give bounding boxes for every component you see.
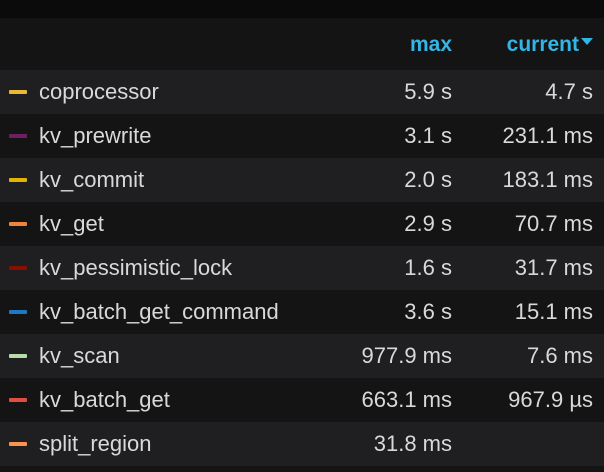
- series-name-label[interactable]: kv_commit: [39, 158, 144, 202]
- series-current-value: 231.1 ms: [502, 123, 594, 148]
- legend-series-row[interactable]: kv_commit 2.0 s 183.1 ms: [0, 158, 604, 202]
- sort-by-current-button[interactable]: current: [507, 33, 593, 56]
- series-color-swatch-icon[interactable]: [9, 266, 27, 270]
- series-color-swatch-icon[interactable]: [9, 222, 27, 226]
- series-color-swatch-icon[interactable]: [9, 178, 27, 182]
- series-name-label[interactable]: kv_prewrite: [39, 114, 151, 158]
- series-color-swatch-icon[interactable]: [9, 398, 27, 402]
- series-color-swatch-icon[interactable]: [9, 354, 27, 358]
- panel-top-strip: [0, 0, 604, 18]
- series-name-label[interactable]: kv_pessimistic_lock: [39, 246, 232, 290]
- series-max-value: 3.1 s: [404, 123, 452, 148]
- graph-legend-table: max current coprocessor 5.9 s 4.7 s kv_prew…: [0, 18, 604, 466]
- legend-header-row: max current: [0, 18, 604, 70]
- sort-by-max-button[interactable]: max: [410, 33, 452, 56]
- series-max-value: 663.1 ms: [361, 387, 453, 412]
- series-current-value: 967.9 µs: [508, 387, 593, 412]
- legend-series-name-cell: kv_get: [0, 202, 292, 246]
- legend-series-row[interactable]: coprocessor 5.9 s 4.7 s: [0, 70, 604, 114]
- legend-series-row[interactable]: kv_prewrite 3.1 s 231.1 ms: [0, 114, 604, 158]
- legend-series-row[interactable]: kv_batch_get 663.1 ms 967.9 µs: [0, 378, 604, 422]
- series-name-label[interactable]: split_region: [39, 422, 152, 466]
- legend-series-row[interactable]: kv_batch_get_command 3.6 s 15.1 ms: [0, 290, 604, 334]
- legend-series-row[interactable]: split_region 31.8 ms: [0, 422, 604, 466]
- series-current-value: 7.6 ms: [526, 343, 593, 368]
- series-max-value: 3.6 s: [404, 299, 452, 324]
- legend-series-row[interactable]: kv_get 2.9 s 70.7 ms: [0, 202, 604, 246]
- legend-series-name-cell: kv_batch_get: [0, 378, 292, 422]
- series-max-value: 31.8 ms: [373, 431, 452, 456]
- series-color-swatch-icon[interactable]: [9, 90, 27, 94]
- legend-rows: coprocessor 5.9 s 4.7 s kv_prewrite 3.1 s 231…: [0, 70, 604, 466]
- legend-series-name-cell: coprocessor: [0, 70, 292, 114]
- legend-series-row[interactable]: kv_pessimistic_lock 1.6 s 31.7 ms: [0, 246, 604, 290]
- legend-series-name-cell: kv_commit: [0, 158, 292, 202]
- legend-header-max-cell: max: [292, 22, 452, 67]
- legend-series-name-cell: kv_pessimistic_lock: [0, 246, 292, 290]
- series-max-value: 5.9 s: [404, 79, 452, 104]
- series-current-value: 183.1 ms: [502, 167, 594, 192]
- legend-series-row[interactable]: kv_scan 977.9 ms 7.6 ms: [0, 334, 604, 378]
- series-name-label[interactable]: kv_batch_get_command: [39, 290, 279, 334]
- series-name-label[interactable]: kv_batch_get: [39, 378, 170, 422]
- legend-header-current-cell: current: [452, 22, 604, 67]
- series-color-swatch-icon[interactable]: [9, 442, 27, 446]
- series-name-label[interactable]: kv_scan: [39, 334, 120, 378]
- series-max-value: 2.0 s: [404, 167, 452, 192]
- legend-series-name-cell: kv_scan: [0, 334, 292, 378]
- series-color-swatch-icon[interactable]: [9, 310, 27, 314]
- sort-by-current-label: current: [506, 32, 579, 56]
- series-current-value: 31.7 ms: [514, 255, 593, 280]
- series-max-value: 1.6 s: [404, 255, 452, 280]
- series-current-value: 4.7 s: [545, 79, 593, 104]
- legend-series-name-cell: kv_prewrite: [0, 114, 292, 158]
- series-max-value: 2.9 s: [404, 211, 452, 236]
- legend-series-name-cell: kv_batch_get_command: [0, 290, 292, 334]
- series-name-label[interactable]: kv_get: [39, 202, 104, 246]
- series-color-swatch-icon[interactable]: [9, 134, 27, 138]
- series-max-value: 977.9 ms: [361, 343, 453, 368]
- caret-down-icon: [581, 38, 593, 46]
- series-current-value: 15.1 ms: [514, 299, 593, 324]
- series-current-value: 70.7 ms: [514, 211, 593, 236]
- legend-series-name-cell: split_region: [0, 422, 292, 466]
- series-name-label[interactable]: coprocessor: [39, 70, 159, 114]
